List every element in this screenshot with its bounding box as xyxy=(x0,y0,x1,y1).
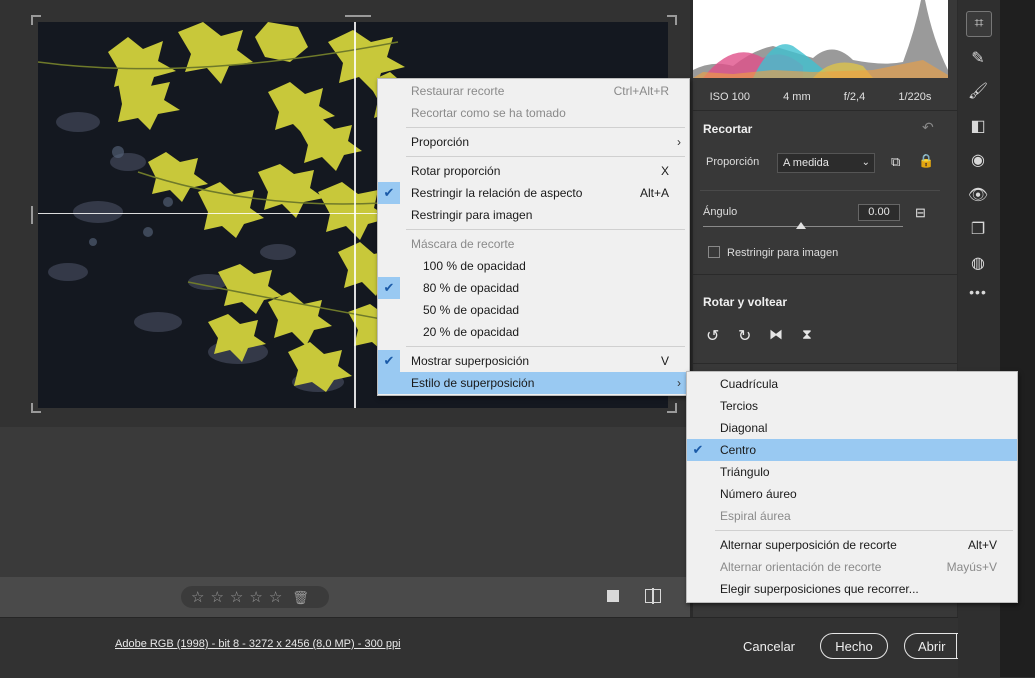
menu-item-opacity-80[interactable]: ✔ 80 % de opacidad xyxy=(378,277,689,299)
divider xyxy=(693,274,957,275)
submenu-item-choose-overlays[interactable]: Elegir superposiciones que recorrer... xyxy=(687,578,1017,600)
snapshots-icon[interactable]: ❐ xyxy=(966,217,990,241)
submenu-item-cycle-orientation[interactable]: Alternar orientación de recorte Mayús+V xyxy=(687,556,1017,578)
menu-item-overlay-style[interactable]: Estilo de superposición › xyxy=(378,372,689,394)
menu-separator xyxy=(406,127,685,128)
before-after-icon[interactable] xyxy=(645,588,661,604)
menu-item-opacity-20[interactable]: 20 % de opacidad xyxy=(378,321,689,343)
crop-handle-top-right[interactable] xyxy=(667,15,677,25)
menu-separator xyxy=(406,229,685,230)
menu-item-show-overlay[interactable]: ✔ Mostrar superposición V xyxy=(378,350,689,372)
flip-horizontal-icon[interactable]: ⧓ xyxy=(769,326,783,343)
angle-slider-thumb[interactable] xyxy=(796,222,806,229)
menu-item-rotate-proportion[interactable]: Rotar proporción X xyxy=(378,160,689,182)
angle-input[interactable]: 0.00 xyxy=(858,204,900,221)
submenu-item-diagonal[interactable]: Diagonal xyxy=(687,417,1017,439)
menu-separator xyxy=(406,156,685,157)
submenu-item-golden-ratio[interactable]: Número áureo xyxy=(687,483,1017,505)
star-3-icon[interactable]: ☆ xyxy=(230,590,243,605)
menu-item-restore-crop[interactable]: Restaurar recorte Ctrl+Alt+R xyxy=(378,80,689,102)
menu-item-opacity-100[interactable]: 100 % de opacidad xyxy=(378,255,689,277)
menu-item-proportion[interactable]: Proporción › xyxy=(378,131,689,153)
crop-handle-top[interactable] xyxy=(345,15,371,17)
crop-section-title: Recortar xyxy=(703,122,753,136)
constrain-image-label: Restringir para imagen xyxy=(727,247,839,259)
proportion-label: Proporción xyxy=(706,156,760,168)
red-eye-icon[interactable]: 👁 xyxy=(966,183,990,207)
reset-icon[interactable]: ↶ xyxy=(922,119,934,136)
histogram xyxy=(693,0,948,78)
star-1-icon[interactable]: ☆ xyxy=(191,590,204,605)
submenu-item-grid[interactable]: Cuadrícula xyxy=(687,373,1017,395)
flip-vertical-icon[interactable]: ⧗ xyxy=(802,326,812,343)
proportion-select[interactable]: A medida ⌄ xyxy=(777,153,875,173)
menu-item-constrain-image[interactable]: Restringir para imagen xyxy=(378,204,689,226)
cancel-button[interactable]: Cancelar xyxy=(740,633,798,659)
overlay-style-submenu: Cuadrícula Tercios Diagonal ✔ Centro Triá… xyxy=(686,371,1018,603)
linear-gradient-icon[interactable]: ◧ xyxy=(966,114,990,138)
submenu-item-center[interactable]: ✔ Centro xyxy=(687,439,1017,461)
submenu-item-triangle[interactable]: Triángulo xyxy=(687,461,1017,483)
open-button-divider xyxy=(956,634,957,658)
lock-icon[interactable]: 🔒 xyxy=(918,153,934,169)
straighten-tool-icon[interactable]: ⊟ xyxy=(915,205,926,221)
radial-filter-icon[interactable]: ◉ xyxy=(966,148,990,172)
crop-tool-icon[interactable]: ⌗ xyxy=(966,11,992,37)
divider xyxy=(693,363,957,364)
canvas-bottom-space xyxy=(0,427,690,577)
divider xyxy=(700,190,940,191)
star-2-icon[interactable]: ☆ xyxy=(210,590,223,605)
more-icon[interactable]: ••• xyxy=(966,280,990,304)
submenu-item-thirds[interactable]: Tercios xyxy=(687,395,1017,417)
chevron-right-icon: › xyxy=(677,135,681,149)
check-icon: ✔ xyxy=(378,350,400,372)
menu-item-crop-as-shot[interactable]: Recortar como se ha tomado xyxy=(378,102,689,124)
crop-context-menu: Restaurar recorte Ctrl+Alt+R Recortar com… xyxy=(377,78,690,396)
star-4-icon[interactable]: ☆ xyxy=(249,590,262,605)
rotate-left-icon[interactable]: ↺ xyxy=(706,326,719,346)
crop-handle-top-left[interactable] xyxy=(31,15,41,25)
exif-focal: 4 mm xyxy=(783,91,811,103)
overlay-vertical-guide xyxy=(354,22,356,408)
menu-separator xyxy=(715,530,1013,531)
constrain-image-checkbox[interactable] xyxy=(708,246,720,258)
rotate-proportion-icon[interactable]: ⧉ xyxy=(891,154,900,170)
single-view-icon[interactable] xyxy=(607,590,619,602)
done-button[interactable]: Hecho xyxy=(820,633,888,659)
divider xyxy=(693,110,957,111)
submenu-item-cycle-overlay[interactable]: Alternar superposición de recorte Alt+V xyxy=(687,534,1017,556)
trash-icon[interactable]: 🗑 xyxy=(292,590,309,605)
exif-iso: ISO 100 xyxy=(709,91,750,103)
crop-handle-left[interactable] xyxy=(31,206,33,224)
rotate-section-title: Rotar y voltear xyxy=(703,295,788,309)
exif-shutter: 1/220s xyxy=(898,91,932,103)
star-5-icon[interactable]: ☆ xyxy=(269,590,282,605)
proportion-value: A medida xyxy=(783,157,829,169)
exif-aperture: f/2,4 xyxy=(843,91,866,103)
check-icon: ✔ xyxy=(687,439,709,461)
angle-label: Ángulo xyxy=(703,206,738,218)
rating-stars[interactable]: ☆ ☆ ☆ ☆ ☆ 🗑 xyxy=(181,586,329,608)
chevron-right-icon: › xyxy=(677,376,681,390)
rotate-right-icon[interactable]: ↻ xyxy=(738,326,751,346)
menu-item-opacity-50[interactable]: 50 % de opacidad xyxy=(378,299,689,321)
submenu-item-golden-spiral[interactable]: Espiral áurea xyxy=(687,505,1017,527)
file-info-link[interactable]: Adobe RGB (1998) - bit 8 - 3272 x 2456 (… xyxy=(115,638,401,650)
menu-separator xyxy=(406,346,685,347)
brush-tool-icon[interactable]: 🖌 xyxy=(966,79,990,103)
menu-heading-crop-mask: Máscara de recorte xyxy=(411,237,515,251)
crop-handle-bottom-left[interactable] xyxy=(31,403,41,413)
open-button-label: Abrir xyxy=(918,638,946,654)
filmstrip-bar xyxy=(0,577,690,617)
check-icon: ✔ xyxy=(378,277,400,299)
healing-tool-icon[interactable]: ✎ xyxy=(966,46,990,70)
chevron-down-icon: ⌄ xyxy=(861,157,870,168)
crop-handle-bottom-right[interactable] xyxy=(667,403,677,413)
check-icon: ✔ xyxy=(378,182,400,204)
presets-icon[interactable]: ◍ xyxy=(966,251,990,275)
menu-item-constrain-aspect[interactable]: ✔ Restringir la relación de aspecto Alt+A xyxy=(378,182,689,204)
exif-bar: ISO 100 4 mm f/2,4 1/220s xyxy=(693,86,948,108)
